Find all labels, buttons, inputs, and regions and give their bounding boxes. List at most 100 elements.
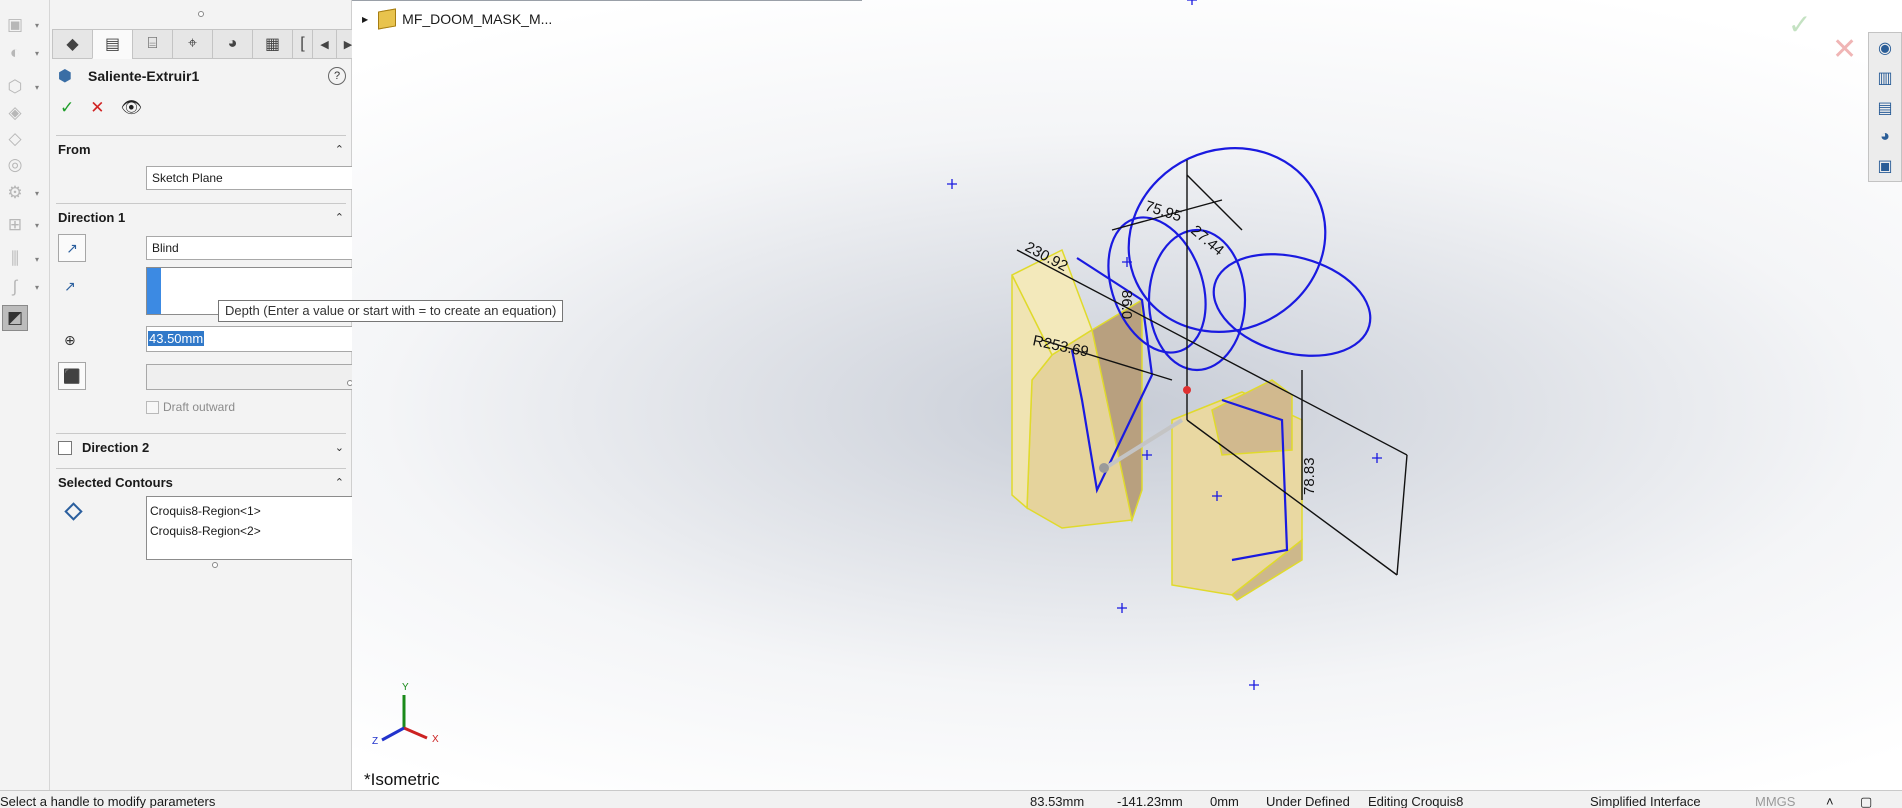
triad-y-label: Y: [402, 682, 409, 693]
display-manager-tab[interactable]: ◕: [212, 29, 252, 59]
depth-tooltip: Depth (Enter a value or start with = to …: [218, 300, 564, 322]
status-bar: Select a handle to modify parameters 83.…: [0, 790, 1902, 808]
chevron-left-icon: ◀: [320, 38, 329, 51]
units-selector[interactable]: MMGS: [1755, 794, 1795, 808]
from-select[interactable]: Sketch Plane ⌄: [146, 166, 386, 190]
depth-value: 43.50mm: [148, 331, 205, 346]
direction2-checkbox[interactable]: [58, 440, 72, 455]
resize-handle-bottom[interactable]: [212, 562, 218, 568]
dimension-label: 78.83: [1301, 457, 1318, 495]
dimxpert-tab[interactable]: ⌖: [172, 29, 212, 59]
direction1-title: Direction 1: [58, 210, 126, 225]
selected-contours-list[interactable]: Croquis8-Region<1> Croquis8-Region<2>: [146, 496, 386, 560]
design-library-icon[interactable]: ▥: [1877, 68, 1892, 88]
rib-icon[interactable]: ⊞ ▾: [3, 212, 43, 238]
revolve-icon[interactable]: ◐ ▾: [3, 40, 43, 66]
sweep-icon[interactable]: ⬡ ▾: [3, 74, 43, 100]
status-y-coordinate: -141.23mm: [1117, 794, 1183, 808]
graphics-area[interactable]: ▶ MF_DOOM_MASK_M... 230.92 75.95 27.44 R…: [352, 0, 1902, 790]
view-palette-icon[interactable]: ◉: [1878, 38, 1892, 58]
draft-outward-option[interactable]: Draft outward: [146, 400, 235, 414]
custom-properties-icon[interactable]: ▣: [1877, 156, 1892, 176]
from-section-header[interactable]: From ⌃: [56, 135, 346, 163]
feature-title: Saliente-Extruir1: [88, 68, 200, 84]
preview-eye-icon[interactable]: 👁: [121, 98, 143, 118]
instant3d-icon[interactable]: ◩: [2, 305, 28, 331]
chevron-right-icon: ▶: [343, 38, 353, 51]
appearances-icon[interactable]: ◕: [1880, 128, 1890, 146]
axis-triad: [381, 695, 428, 742]
file-explorer-icon[interactable]: ▤: [1877, 98, 1892, 118]
contour-selection-icon: [64, 502, 83, 521]
feature-manager-icon: ◆: [66, 36, 79, 53]
confirm-corner-ok-icon[interactable]: ✓: [1788, 8, 1811, 41]
pattern-icon[interactable]: ⚙ ▾: [3, 180, 43, 206]
direction1-section-header[interactable]: Direction 1 ⌃: [56, 203, 346, 231]
selection-focus-bar: [147, 268, 161, 314]
property-manager-icon: ▤: [104, 36, 121, 53]
end-condition-select[interactable]: Blind ⌄: [146, 236, 386, 260]
cam-tab[interactable]: ▦: [252, 29, 292, 59]
chevron-up-icon[interactable]: ˄: [1826, 794, 1834, 808]
end-condition-value: Blind: [152, 241, 179, 255]
fillet-icon[interactable]: ◎: [3, 152, 43, 178]
reverse-direction-button[interactable]: ↗: [58, 234, 86, 262]
from-select-value: Sketch Plane: [152, 171, 223, 185]
list-item[interactable]: Croquis8-Region<2>: [150, 521, 382, 541]
draft-angle-input[interactable]: ▲▼: [146, 364, 386, 390]
triad-z-label: Z: [372, 736, 378, 747]
chevron-up-icon: ⌃: [334, 477, 344, 489]
left-command-toolbar: ▣ ▾ ◐ ▾ ⬡ ▾ ◈ ◇ ◎ ⚙ ▾ ⊞ ▾ ⫼ ▾ ∫ ▾ ◩: [0, 0, 50, 790]
dimension-label: 75.95: [1143, 198, 1184, 226]
manager-tabs: ◆ ▤ ⌸ ⌖ ◕ ▦ [ ◀ ▶: [52, 29, 360, 59]
direction-vector-icon: ↗: [64, 278, 76, 294]
more-tab[interactable]: [: [292, 29, 312, 59]
extrude-boss-icon[interactable]: ▣ ▾: [3, 12, 43, 38]
dimension-label: 86.0: [1118, 290, 1135, 319]
direction2-section-header[interactable]: Direction 2 ⌄: [56, 433, 346, 461]
chevron-up-icon: ⌃: [334, 144, 344, 156]
configuration-manager-icon: ⌸: [147, 35, 158, 52]
feature-header: ⬢ Saliente-Extruir1 ?: [58, 65, 346, 87]
depth-input[interactable]: 43.50mm ▲▼: [146, 326, 386, 352]
sketch-state: Under Defined: [1266, 794, 1350, 808]
view-orientation-label: *Isometric: [364, 770, 440, 789]
tab-scroll-left[interactable]: ◀: [312, 29, 336, 59]
resize-handle-top[interactable]: [198, 11, 204, 17]
property-manager-panel: ◆ ▤ ⌸ ⌖ ◕ ▦ [ ◀ ▶ ⬢ Saliente-Extruir1 ? …: [50, 0, 564, 790]
draft-outward-checkbox[interactable]: [146, 400, 159, 414]
reverse-direction-icon: ↗: [66, 239, 78, 256]
more-icon: [: [300, 35, 305, 52]
wrap-icon[interactable]: ∫ ▾: [3, 274, 43, 300]
list-item[interactable]: Croquis8-Region<1>: [150, 501, 382, 521]
ok-button[interactable]: ✓: [60, 98, 74, 118]
task-pane-tabs: ◉ ▥ ▤ ◕ ▣: [1868, 32, 1902, 182]
from-section-title: From: [58, 142, 91, 157]
status-message: Select a handle to modify parameters: [0, 794, 216, 808]
property-manager-tab[interactable]: ▤: [92, 29, 132, 59]
depth-icon: ⊕: [64, 332, 76, 348]
curves-icon[interactable]: ⫼ ▾: [3, 246, 43, 272]
triad-x-label: X: [432, 734, 439, 745]
cancel-button[interactable]: ✕: [90, 98, 104, 118]
draft-toggle-button[interactable]: ⬛: [58, 362, 86, 390]
configuration-manager-tab[interactable]: ⌸: [132, 29, 172, 59]
interface-mode[interactable]: Simplified Interface: [1590, 794, 1701, 808]
dimension-label: 27.44: [1187, 222, 1227, 259]
action-row: ✓ ✕ 👁: [60, 98, 142, 118]
chat-icon[interactable]: ▢: [1860, 794, 1872, 808]
help-button[interactable]: ?: [328, 67, 346, 85]
cam-icon: ▦: [264, 36, 281, 53]
confirm-corner-cancel-icon[interactable]: ✕: [1832, 32, 1857, 67]
contours-title: Selected Contours: [58, 475, 173, 490]
dimxpert-icon: ⌖: [187, 35, 197, 52]
chevron-down-icon: ⌄: [334, 442, 344, 454]
contours-section-header[interactable]: Selected Contours ⌃: [56, 468, 346, 496]
extrude-feature-icon: ⬢: [58, 68, 72, 85]
boundary-icon[interactable]: ◇: [3, 126, 43, 152]
direction2-title: Direction 2: [82, 440, 150, 455]
editing-label: Editing Croquis8: [1368, 794, 1464, 808]
feature-manager-tab[interactable]: ◆: [52, 29, 92, 59]
draft-icon: ⬛: [63, 367, 81, 384]
loft-icon[interactable]: ◈: [3, 100, 43, 126]
